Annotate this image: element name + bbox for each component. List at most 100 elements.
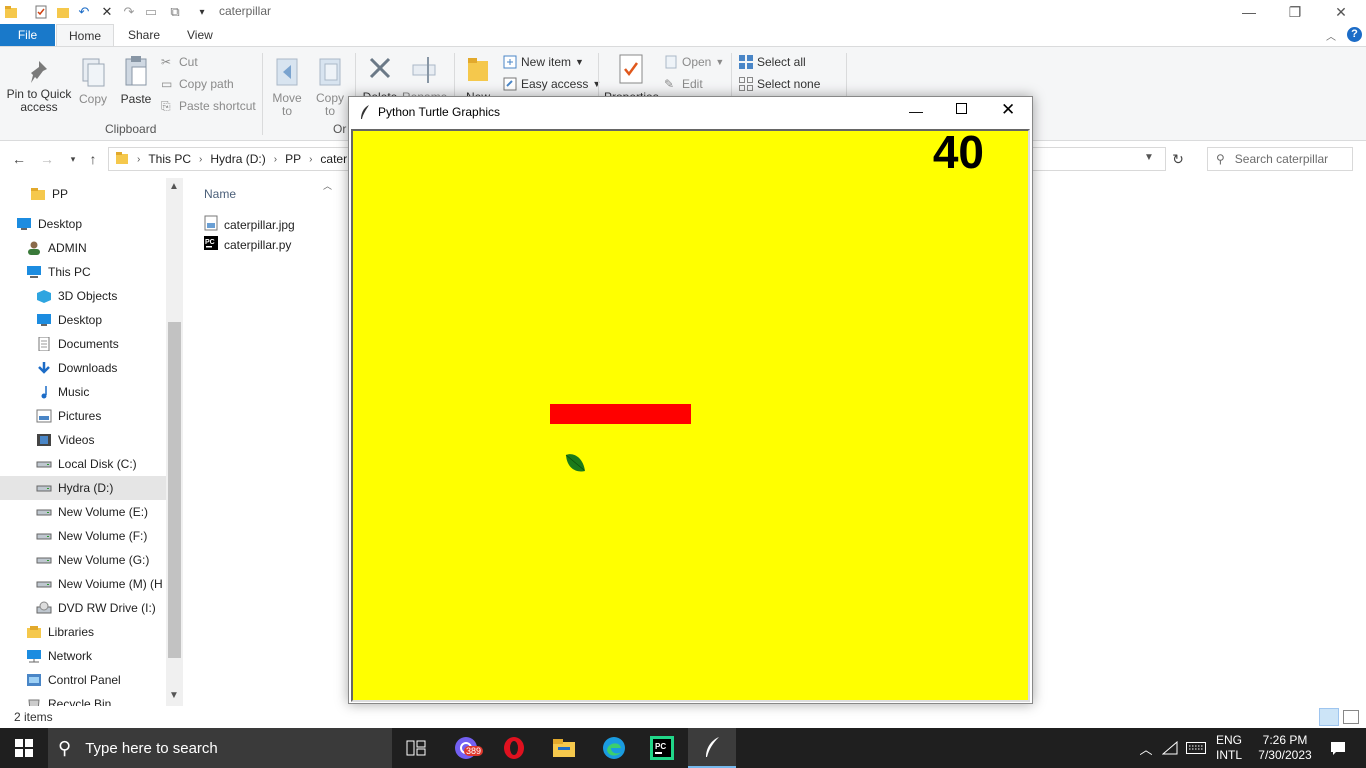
nav-item[interactable]: New Volume (G:) xyxy=(36,548,149,572)
paste-button[interactable]: Paste xyxy=(118,55,154,106)
nav-item-label: Music xyxy=(58,385,90,399)
help-icon[interactable]: ? xyxy=(1347,27,1362,42)
taskbar-app-viber[interactable]: 389 xyxy=(442,728,490,768)
nav-item[interactable]: Local Disk (C:) xyxy=(36,452,137,476)
task-view-button[interactable] xyxy=(392,728,440,768)
delete-quick-icon[interactable]: ✕ xyxy=(99,4,115,20)
customize-toolbar-chevron-icon[interactable]: ▾ xyxy=(194,4,210,20)
select-none-button[interactable]: Select none xyxy=(739,77,820,91)
close-button[interactable]: ✕ xyxy=(1318,0,1364,24)
large-icons-view-icon[interactable] xyxy=(1343,710,1359,724)
show-hidden-icons-chevron-icon[interactable]: ︿ xyxy=(1136,728,1156,768)
edit-icon: ✎ xyxy=(664,77,675,91)
recent-locations-chevron-icon[interactable]: ▾ xyxy=(64,150,82,168)
scroll-down-icon[interactable]: ▼ xyxy=(169,690,179,701)
new-item-button[interactable]: New item ▼ xyxy=(503,55,584,69)
tab-view[interactable]: View xyxy=(175,24,225,46)
up-arrow-icon[interactable]: ↑ xyxy=(84,150,102,168)
breadcrumb-pp[interactable]: PP xyxy=(285,152,301,166)
chevron-down-icon: ▼ xyxy=(592,79,602,89)
rename-quick-icon[interactable]: ▭ xyxy=(143,4,159,20)
nav-item[interactable]: PP xyxy=(30,182,68,206)
nav-item-label: PP xyxy=(52,187,69,201)
taskbar-app-pycharm[interactable]: PC xyxy=(638,728,686,768)
properties-quick-icon[interactable] xyxy=(33,4,49,20)
taskbar-app-file-explorer[interactable] xyxy=(540,728,588,768)
restore-button[interactable]: ❐ xyxy=(1272,0,1318,24)
file-item[interactable]: caterpillar.jpg xyxy=(204,215,295,234)
scroll-up-icon[interactable]: ▲ xyxy=(169,181,179,192)
nav-item[interactable]: Network xyxy=(26,644,92,668)
scrollbar-thumb[interactable] xyxy=(168,322,181,658)
nav-item[interactable]: New Volume (F:) xyxy=(36,524,147,548)
nav-item[interactable]: Desktop xyxy=(36,308,102,332)
back-arrow-icon[interactable]: ← xyxy=(10,150,28,168)
nav-item[interactable]: Documents xyxy=(36,332,119,356)
forward-arrow-icon[interactable]: → xyxy=(38,150,56,168)
nav-item[interactable]: Recycle Bin xyxy=(26,692,111,706)
column-header-name[interactable]: Name xyxy=(204,187,236,201)
keyboard-icon[interactable] xyxy=(1184,728,1208,768)
move-to-button[interactable]: Move to xyxy=(268,55,306,118)
nav-item[interactable]: Libraries xyxy=(26,620,94,644)
open-button[interactable]: Open ▼ xyxy=(664,55,724,69)
redo-icon[interactable]: ↷ xyxy=(121,4,137,20)
breadcrumb-hydra[interactable]: Hydra (D:) xyxy=(210,152,265,166)
nav-item[interactable]: Control Panel xyxy=(26,668,121,692)
cut-button[interactable]: ✂ Cut xyxy=(161,55,198,69)
navigation-scrollbar[interactable]: ▲ ▼ xyxy=(166,178,183,706)
turtle-canvas[interactable]: 40 xyxy=(351,129,1030,702)
nav-item[interactable]: Music xyxy=(36,380,89,404)
refresh-icon[interactable]: ↻ xyxy=(1169,150,1187,168)
new-folder-quick-icon[interactable] xyxy=(55,4,71,20)
edit-button[interactable]: ✎ Edit xyxy=(664,77,703,91)
wifi-icon[interactable] xyxy=(1160,728,1180,768)
taskbar-app-python-turtle[interactable] xyxy=(688,728,736,768)
notification-center-icon[interactable] xyxy=(1318,728,1358,768)
undo-icon[interactable]: ↶ xyxy=(76,4,92,20)
start-button[interactable] xyxy=(0,728,48,768)
nav-item[interactable]: 3D Objects xyxy=(36,284,117,308)
turtle-maximize-button[interactable] xyxy=(956,103,967,114)
quick-access-more-icon[interactable]: ⧉ xyxy=(167,4,183,20)
details-view-icon[interactable] xyxy=(1319,708,1339,726)
tab-share[interactable]: Share xyxy=(116,24,172,46)
nav-item[interactable]: Pictures xyxy=(36,404,101,428)
copy-to-button[interactable]: Copy to xyxy=(311,55,349,118)
nav-item[interactable]: Desktop xyxy=(16,212,82,236)
easy-access-button[interactable]: Easy access ▼ xyxy=(503,77,601,91)
tab-file[interactable]: File xyxy=(0,24,55,46)
nav-item[interactable]: New Volume (E:) xyxy=(36,500,148,524)
turtle-close-button[interactable]: ✕ xyxy=(1001,100,1015,120)
nav-item[interactable]: Downloads xyxy=(36,356,117,380)
copy-path-button[interactable]: ▭ Copy path xyxy=(161,77,234,91)
breadcrumb-caterpillar[interactable]: cater xyxy=(320,152,347,166)
clock[interactable]: 7:26 PM 7/30/2023 xyxy=(1252,728,1318,768)
nav-item[interactable]: New Voiume (M) (H xyxy=(36,572,163,596)
taskbar-search[interactable]: ⚲ Type here to search xyxy=(48,728,392,768)
nav-item[interactable]: Hydra (D:) xyxy=(0,476,166,500)
minimize-button[interactable]: — xyxy=(1226,0,1272,24)
collapse-ribbon-icon[interactable]: ︿ xyxy=(1326,28,1336,43)
organize-group-label: Or xyxy=(333,122,347,136)
language-indicator[interactable]: ENG INTL xyxy=(1212,728,1246,768)
select-none-label: Select none xyxy=(757,77,821,91)
select-all-button[interactable]: Select all xyxy=(739,55,806,69)
pin-to-quick-access-button[interactable]: Pin to Quick access xyxy=(4,59,74,114)
nav-item[interactable]: This PC xyxy=(26,260,91,284)
nav-item[interactable]: Videos xyxy=(36,428,94,452)
turtle-minimize-button[interactable]: — xyxy=(909,103,923,119)
nav-item[interactable]: DVD RW Drive (I:) xyxy=(36,596,156,620)
tab-home[interactable]: Home xyxy=(56,24,115,46)
breadcrumb-this-pc[interactable]: This PC xyxy=(148,152,191,166)
taskbar-app-opera[interactable] xyxy=(490,728,538,768)
copy-button[interactable]: Copy xyxy=(76,57,110,106)
nav-item[interactable]: ADMIN xyxy=(26,236,87,260)
taskbar-app-edge[interactable] xyxy=(590,728,638,768)
caterpillar xyxy=(550,404,691,424)
address-dropdown-chevron-icon[interactable]: ▼ xyxy=(1144,152,1154,163)
paste-shortcut-button[interactable]: ⎘ Paste shortcut xyxy=(161,99,256,113)
copy-to-label: Copy to xyxy=(315,91,344,118)
file-item[interactable]: PC caterpillar.py xyxy=(204,236,291,253)
search-box[interactable]: ⚲ Search caterpillar xyxy=(1207,147,1353,171)
